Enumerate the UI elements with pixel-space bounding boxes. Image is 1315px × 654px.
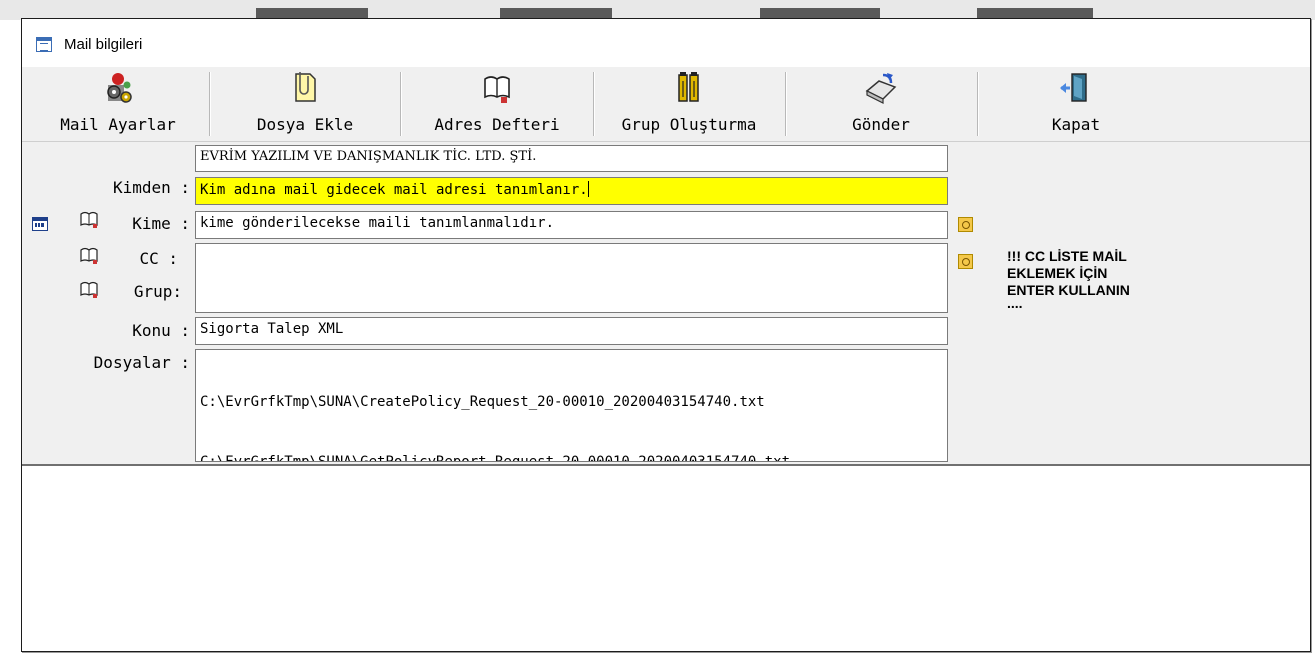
address-book-label: Adres Defteri xyxy=(434,115,560,134)
attachment-item[interactable]: C:\EvrGrfkTmp\SUNA\GetPolicyReport_Reque… xyxy=(200,452,943,461)
address-book-icon xyxy=(484,76,510,103)
konu-label: Konu : xyxy=(132,321,190,340)
window-title: Mail bilgileri xyxy=(64,36,143,53)
attach-file-button[interactable]: Dosya Ekle xyxy=(212,67,398,141)
toolbar: Mail Ayarlar Dosya Ekle Adres Defteri Gr… xyxy=(22,67,1310,142)
from-email-field[interactable]: Kim adına mail gidecek mail adresi tanım… xyxy=(195,177,948,205)
create-group-label: Grup Oluşturma xyxy=(621,115,757,134)
kime-label: Kime : xyxy=(132,214,190,233)
text-cursor xyxy=(587,181,589,197)
send-mail-icon xyxy=(865,73,897,104)
company-field[interactable]: EVRİM YAZILIM VE DANIŞMANLIK TİC. LTD. Ş… xyxy=(195,145,948,172)
gears-settings-icon xyxy=(107,73,132,103)
cc-field[interactable] xyxy=(195,243,948,313)
attachments-list[interactable]: C:\EvrGrfkTmp\SUNA\CreatePolicy_Request_… xyxy=(195,349,948,462)
grup-label: Grup: xyxy=(133,282,182,301)
mail-settings-button[interactable]: Mail Ayarlar xyxy=(30,67,206,141)
group-people-icon xyxy=(678,72,699,102)
cc-lookup-button[interactable] xyxy=(958,254,973,269)
address-book-to-icon[interactable] xyxy=(79,210,101,228)
calendar-icon[interactable] xyxy=(32,217,48,231)
mail-form: EVRİM YAZILIM VE DANIŞMANLIK TİC. LTD. Ş… xyxy=(22,142,1310,466)
subject-field[interactable]: Sigorta Talep XML xyxy=(195,317,948,345)
to-lookup-button[interactable] xyxy=(958,217,973,232)
close-button[interactable]: Kapat xyxy=(978,67,1174,141)
exit-door-icon xyxy=(1060,73,1087,102)
cc-hint-line: ENTER KULLANIN xyxy=(1007,282,1130,298)
kimden-label: Kimden : xyxy=(112,178,190,197)
cc-hint-line: !!! CC LİSTE MAİL xyxy=(1007,248,1127,264)
cc-hint-line: EKLEMEK İÇİN xyxy=(1007,265,1108,281)
address-book-cc-icon[interactable] xyxy=(79,246,101,264)
from-email-value: Kim adına mail gidecek mail adresi tanım… xyxy=(200,182,588,198)
mail-body-editor[interactable] xyxy=(22,466,1310,651)
cc-hint-line: .... xyxy=(1007,295,1023,311)
send-button[interactable]: Gönder xyxy=(786,67,976,141)
cc-hint-note: !!! CC LİSTE MAİL EKLEMEK İÇİN ENTER KUL… xyxy=(1007,248,1130,311)
mail-dialog-window: Mail bilgileri Mail Ayarlar Dosya Ekle A… xyxy=(21,18,1311,652)
close-label: Kapat xyxy=(1051,115,1101,134)
attach-file-icon xyxy=(295,72,316,102)
create-group-button[interactable]: Grup Oluşturma xyxy=(594,67,784,141)
address-book-button[interactable]: Adres Defteri xyxy=(402,67,592,141)
mail-settings-label: Mail Ayarlar xyxy=(60,115,176,134)
cc-label: CC : xyxy=(139,249,178,268)
address-book-group-icon[interactable] xyxy=(79,280,101,298)
background-app-strip xyxy=(0,0,1315,20)
dosyalar-label: Dosyalar : xyxy=(93,353,190,372)
title-bar: Mail bilgileri xyxy=(22,19,1310,67)
send-label: Gönder xyxy=(852,115,910,134)
attach-file-label: Dosya Ekle xyxy=(256,115,354,134)
window-form-icon xyxy=(36,37,52,52)
attachment-item[interactable]: C:\EvrGrfkTmp\SUNA\CreatePolicy_Request_… xyxy=(200,392,943,412)
to-email-field[interactable]: kime gönderilecekse maili tanımlanmalıdı… xyxy=(195,211,948,239)
